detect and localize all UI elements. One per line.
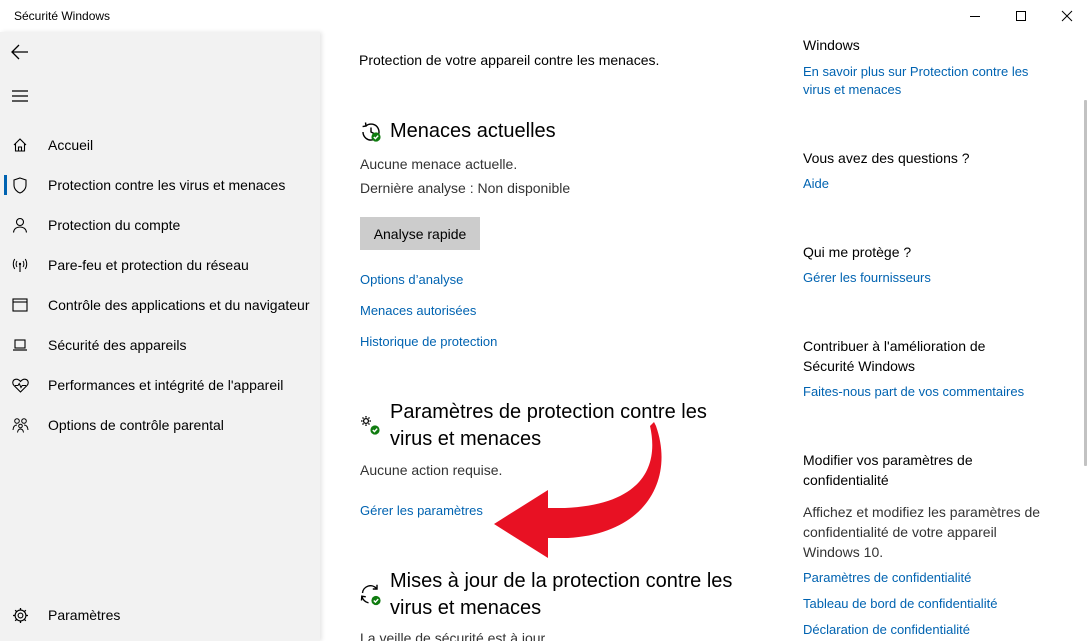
contribute-heading: Contribuer à l'amélioration de Sécurité … (803, 338, 986, 374)
history-check-icon (362, 122, 381, 142)
gear-icon (11, 606, 29, 624)
sidebar-item-label: Protection du compte (48, 217, 181, 233)
allowed-threats-link[interactable]: Menaces autorisées (360, 303, 476, 318)
minimize-button[interactable] (952, 0, 998, 32)
sidebar-item-label: Sécurité des appareils (48, 337, 187, 353)
app-title: Sécurité Windows (14, 9, 111, 23)
sidebar-item-label: Options de contrôle parental (48, 417, 224, 433)
back-arrow-icon (11, 44, 28, 60)
updates-title-line1: Mises à jour de la protection contre les (390, 570, 733, 592)
sidebar-item-family[interactable]: Options de contrôle parental (0, 405, 320, 445)
manage-providers-link[interactable]: Gérer les fournisseurs (803, 269, 1063, 287)
feedback-link[interactable]: Faites-nous part de vos commentaires (803, 383, 1063, 401)
hamburger-icon (12, 90, 28, 102)
sidebar-item-settings[interactable]: Paramètres (0, 595, 320, 635)
threats-title: Menaces actuelles (390, 120, 556, 142)
related-panel: Windows En savoir plus sur Protection co… (770, 32, 1070, 641)
privacy-settings-link[interactable]: Paramètres de confidentialité (803, 569, 1063, 587)
last-scan-text: Dernière analyse : Non disponible (360, 180, 571, 196)
annotation-arrow-icon (494, 422, 662, 558)
sidebar-item-account[interactable]: Protection du compte (0, 205, 320, 245)
quick-scan-button[interactable]: Analyse rapide (360, 217, 480, 250)
sidebar-item-firewall[interactable]: Pare-feu et protection du réseau (0, 245, 320, 285)
sidebar-item-label: Contrôle des applications et du navigate… (48, 297, 310, 313)
menu-button[interactable] (4, 80, 36, 112)
scan-options-link[interactable]: Options d’analyse (360, 272, 463, 287)
sidebar-item-app-browser[interactable]: Contrôle des applications et du navigate… (0, 285, 320, 325)
shield-icon (11, 176, 29, 194)
sidebar-item-virus-protection[interactable]: Protection contre les virus et menaces (0, 165, 320, 205)
updates-status: La veille de sécurité est à jour. (360, 630, 549, 641)
update-check-icon (360, 584, 381, 606)
updates-title-line2: virus et menaces (390, 597, 542, 619)
maximize-icon (1016, 11, 1026, 21)
sidebar-item-label: Pare-feu et protection du réseau (48, 257, 249, 273)
app-window-icon (11, 296, 29, 314)
questions-heading: Vous avez des questions ? (803, 150, 970, 166)
sidebar-item-device-security[interactable]: Sécurité des appareils (0, 325, 320, 365)
sidebar-item-accueil[interactable]: Accueil (0, 125, 320, 165)
person-icon (11, 216, 29, 234)
privacy-heading: Modifier vos paramètres de confidentiali… (803, 452, 973, 488)
privacy-statement-link[interactable]: Déclaration de confidentialité (803, 621, 1063, 639)
windows-heading: Windows (803, 37, 860, 53)
home-icon (11, 136, 29, 154)
close-icon (1061, 10, 1073, 22)
back-button[interactable] (4, 36, 36, 68)
sidebar-item-label: Paramètres (48, 607, 121, 623)
family-icon (11, 416, 29, 434)
page-intro: Protection de votre appareil contre les … (359, 52, 660, 68)
antenna-icon (11, 256, 29, 274)
learn-more-link[interactable]: En savoir plus sur Protection contre les… (803, 63, 1053, 99)
maximize-button[interactable] (998, 0, 1044, 32)
help-link[interactable]: Aide (803, 175, 1063, 193)
privacy-description: Affichez et modifiez les paramètres de c… (803, 504, 1041, 560)
scrollbar-thumb[interactable] (1084, 100, 1087, 466)
sidebar-item-label: Protection contre les virus et menaces (48, 177, 286, 193)
protection-history-link[interactable]: Historique de protection (360, 334, 497, 349)
active-indicator (4, 175, 7, 195)
sidebar-item-label: Accueil (48, 137, 94, 153)
laptop-icon (11, 336, 29, 354)
minimize-icon (970, 16, 980, 17)
who-protects-heading: Qui me protège ? (803, 244, 912, 260)
privacy-dashboard-link[interactable]: Tableau de bord de confidentialité (803, 595, 1063, 613)
sidebar-item-label: Performances et intégrité de l'appareil (48, 377, 284, 393)
heart-icon (11, 376, 29, 394)
sidebar-item-performance[interactable]: Performances et intégrité de l'appareil (0, 365, 320, 405)
title-bar: Sécurité Windows (0, 0, 1090, 32)
settings-check-icon (361, 416, 380, 435)
threats-status: Aucune menace actuelle. (360, 156, 518, 172)
manage-settings-link[interactable]: Gérer les paramètres (360, 503, 483, 518)
sidebar: Accueil Protection contre les virus et m… (0, 32, 320, 641)
close-button[interactable] (1044, 0, 1090, 32)
